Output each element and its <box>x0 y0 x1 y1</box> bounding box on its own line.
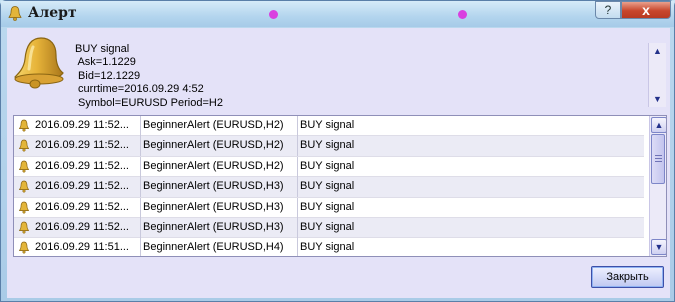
alert-source: BeginnerAlert (EURUSD,H3) <box>143 180 284 193</box>
bell-icon <box>18 160 30 173</box>
scroll-up-arrow-icon[interactable]: ▲ <box>649 43 666 59</box>
scroll-down-arrow-icon[interactable]: ▼ <box>651 239 666 255</box>
alert-time: 2016.09.29 11:52... <box>35 139 129 152</box>
table-row[interactable]: 2016.09.29 11:52... BeginnerAlert (EURUSD… <box>14 136 644 157</box>
alert-window: Алерт ? x BUY signal Ask=1.1229 Bid=12.1… <box>0 0 675 302</box>
bell-icon <box>18 139 30 152</box>
table-row[interactable]: 2016.09.29 11:51... BeginnerAlert (EURUSD… <box>14 238 644 256</box>
table-row[interactable]: 2016.09.29 11:52... BeginnerAlert (EURUSD… <box>14 116 644 137</box>
alert-time: 2016.09.29 11:52... <box>35 221 129 233</box>
close-dialog-button[interactable]: Закрыть <box>591 266 664 288</box>
message-line: currtime=2016.09.29 4:52 <box>75 83 204 96</box>
alert-source: BeginnerAlert (EURUSD,H2) <box>143 139 284 152</box>
bell-icon <box>13 37 64 89</box>
alert-time: 2016.09.29 11:52... <box>35 159 129 172</box>
alert-time: 2016.09.29 11:51... <box>35 241 129 254</box>
alert-time: 2016.09.29 11:52... <box>35 180 129 193</box>
bell-icon <box>18 180 30 193</box>
alert-message-cell: BUY signal <box>300 119 355 131</box>
dialog-body: BUY signal Ask=1.1229 Bid=12.1229 currti… <box>7 28 670 298</box>
bell-icon <box>18 119 30 132</box>
bell-icon <box>18 241 30 254</box>
alert-source: BeginnerAlert (EURUSD,H3) <box>143 221 284 233</box>
scroll-up-arrow-icon[interactable]: ▲ <box>651 117 666 133</box>
message-line: BUY signal <box>75 43 130 55</box>
table-row[interactable]: 2016.09.29 11:52... BeginnerAlert (EURUSD… <box>14 156 644 178</box>
scroll-thumb[interactable] <box>651 134 665 184</box>
help-button[interactable]: ? <box>595 1 621 19</box>
alert-message-cell: BUY signal <box>300 159 355 172</box>
background-marker <box>269 10 278 19</box>
alert-time: 2016.09.29 11:52... <box>35 119 129 131</box>
table-row[interactable]: 2016.09.29 11:52... BeginnerAlert (EURUSD… <box>14 177 644 198</box>
bell-icon <box>18 201 30 214</box>
alert-source: BeginnerAlert (EURUSD,H4) <box>143 241 284 254</box>
table-row[interactable]: 2016.09.29 11:52... BeginnerAlert (EURUSD… <box>14 197 644 218</box>
alert-time: 2016.09.29 11:52... <box>35 200 129 213</box>
alert-message-cell: BUY signal <box>300 221 355 233</box>
message-line: Ask=1.1229 <box>75 56 136 69</box>
alerts-list: 2016.09.29 11:52... BeginnerAlert (EURUSD… <box>13 115 667 257</box>
title-bar[interactable]: Алерт ? x <box>1 1 674 27</box>
alert-source: BeginnerAlert (EURUSD,H2) <box>143 159 284 172</box>
alert-source: BeginnerAlert (EURUSD,H3) <box>143 200 284 213</box>
background-marker <box>458 10 467 19</box>
alert-message: BUY signal Ask=1.1229 Bid=12.1229 currti… <box>75 43 223 110</box>
alert-message-cell: BUY signal <box>300 200 355 213</box>
message-scrollbar[interactable]: ▲ ▼ <box>648 43 666 107</box>
window-title: Алерт <box>28 5 77 21</box>
scroll-down-arrow-icon[interactable]: ▼ <box>649 91 666 107</box>
message-line: Bid=12.1229 <box>75 69 141 82</box>
bell-icon <box>8 6 22 21</box>
bell-icon <box>18 221 30 234</box>
alert-source: BeginnerAlert (EURUSD,H2) <box>143 119 284 131</box>
alert-message-cell: BUY signal <box>300 139 355 152</box>
alerts-scrollbar[interactable]: ▲ ▼ <box>649 116 666 256</box>
message-line: Symbol=EURUSD Period=H2 <box>75 96 223 109</box>
close-window-button[interactable]: x <box>621 1 671 19</box>
alert-message-cell: BUY signal <box>300 180 355 193</box>
table-row[interactable]: 2016.09.29 11:52... BeginnerAlert (EURUSD… <box>14 218 644 239</box>
alert-message-cell: BUY signal <box>300 241 355 254</box>
